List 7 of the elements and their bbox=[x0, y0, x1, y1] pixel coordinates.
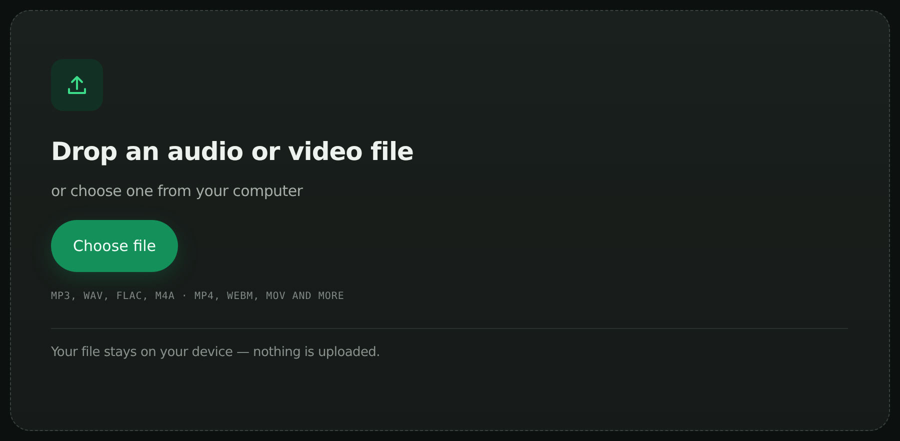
choose-file-button[interactable]: Choose file bbox=[51, 220, 178, 272]
drop-subtitle: or choose one from your computer bbox=[51, 182, 303, 200]
upload-icon bbox=[51, 59, 103, 111]
drop-zone[interactable]: Drop an audio or video file or choose one from your computer Choose file MP3, WAV, FLAC, M4A · MP4, WEBM, MOV AND MORE Your file stays on your device — nothing is uploaded. bbox=[10, 10, 890, 431]
supported-formats: MP3, WAV, FLAC, M4A · MP4, WEBM, MOV AND MORE bbox=[51, 291, 344, 302]
drop-title: Drop an audio or video file bbox=[51, 137, 414, 166]
privacy-note: Your file stays on your device — nothing is uploaded. bbox=[51, 345, 380, 360]
